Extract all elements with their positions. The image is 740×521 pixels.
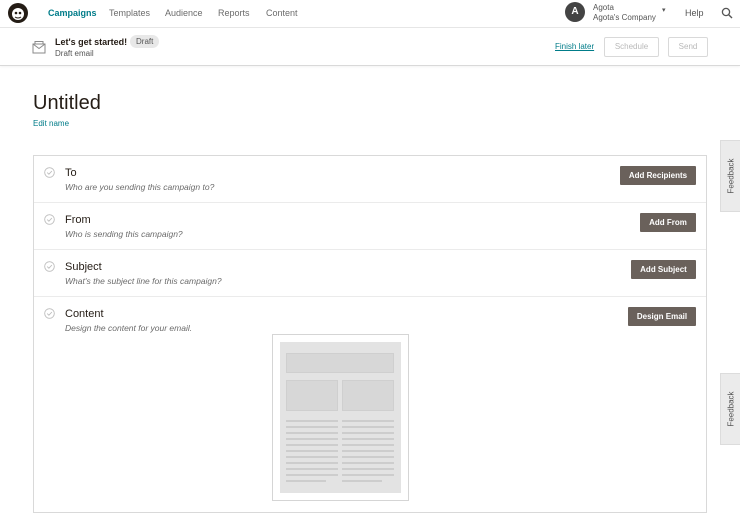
email-template-preview[interactable] bbox=[272, 334, 409, 501]
template-preview-canvas bbox=[280, 342, 401, 493]
checklist-subtitle: Who are you sending this campaign to? bbox=[65, 182, 215, 192]
checklist-title: To bbox=[65, 167, 77, 179]
check-circle-icon bbox=[44, 214, 55, 225]
campaign-checklist: To Who are you sending this campaign to?… bbox=[33, 155, 707, 513]
preview-text-line bbox=[342, 474, 394, 476]
check-circle-icon bbox=[44, 167, 55, 178]
checklist-subtitle: Design the content for your email. bbox=[65, 323, 193, 333]
checklist-title: Subject bbox=[65, 261, 102, 273]
preview-text-line bbox=[342, 468, 394, 470]
check-circle-icon bbox=[44, 261, 55, 272]
nav-templates[interactable]: Templates bbox=[109, 8, 150, 18]
avatar[interactable]: A bbox=[565, 2, 585, 22]
checklist-subtitle: Who is sending this campaign? bbox=[65, 229, 183, 239]
preview-text-line bbox=[286, 462, 338, 464]
feedback-label: Feedback bbox=[726, 158, 735, 194]
page-title: Untitled bbox=[33, 92, 101, 114]
preview-text-line bbox=[342, 432, 394, 434]
preview-text-line bbox=[342, 444, 394, 446]
checklist-row-content: Content Design the content for your emai… bbox=[34, 297, 706, 512]
preview-text-line bbox=[286, 474, 338, 476]
checklist-row-to: To Who are you sending this campaign to?… bbox=[34, 156, 706, 203]
status-title: Let's get started! bbox=[55, 37, 128, 47]
preview-text-line bbox=[286, 468, 338, 470]
checklist-row-subject: Subject What's the subject line for this… bbox=[34, 250, 706, 297]
add-recipients-button[interactable]: Add Recipients bbox=[620, 166, 696, 185]
preview-image-left bbox=[286, 380, 338, 411]
preview-text-line bbox=[342, 450, 394, 452]
nav-content[interactable]: Content bbox=[266, 8, 298, 18]
nav-reports[interactable]: Reports bbox=[218, 8, 250, 18]
checklist-subtitle: What's the subject line for this campaig… bbox=[65, 276, 222, 286]
checklist-title: From bbox=[65, 214, 91, 226]
chevron-down-icon[interactable]: ▾ bbox=[662, 6, 666, 14]
preview-text-line bbox=[286, 480, 326, 482]
send-button[interactable]: Send bbox=[668, 37, 708, 57]
nav-campaigns[interactable]: Campaigns bbox=[48, 8, 97, 18]
preview-header-block bbox=[286, 353, 394, 373]
preview-text-line bbox=[286, 426, 338, 428]
preview-text-line bbox=[286, 444, 338, 446]
preview-image-right bbox=[342, 380, 394, 411]
edit-name-link[interactable]: Edit name bbox=[33, 119, 69, 128]
preview-text-line bbox=[286, 456, 338, 458]
finish-later-link[interactable]: Finish later bbox=[555, 42, 594, 51]
top-navigation: Campaigns Templates Audience Reports Con… bbox=[0, 0, 740, 28]
preview-text-line bbox=[342, 438, 394, 440]
status-badge: Draft bbox=[130, 35, 160, 48]
preview-text-line bbox=[286, 450, 338, 452]
preview-text-line bbox=[342, 420, 394, 422]
checklist-title: Content bbox=[65, 308, 104, 320]
user-company[interactable]: Agota's Company bbox=[593, 13, 656, 22]
feedback-label: Feedback bbox=[726, 391, 735, 427]
preview-text-line bbox=[286, 432, 338, 434]
feedback-tab[interactable]: Feedback bbox=[720, 140, 740, 212]
mailchimp-logo-icon[interactable] bbox=[7, 2, 29, 24]
preview-text-line bbox=[286, 420, 338, 422]
search-icon[interactable] bbox=[721, 7, 733, 19]
preview-text-line bbox=[342, 480, 382, 482]
help-link[interactable]: Help bbox=[685, 8, 704, 18]
status-subtitle: Draft email bbox=[55, 49, 94, 58]
schedule-button[interactable]: Schedule bbox=[604, 37, 659, 57]
checklist-row-from: From Who is sending this campaign? Add F… bbox=[34, 203, 706, 250]
feedback-tab[interactable]: Feedback bbox=[720, 373, 740, 445]
nav-audience[interactable]: Audience bbox=[165, 8, 203, 18]
check-circle-icon bbox=[44, 308, 55, 319]
user-name[interactable]: Agota bbox=[593, 3, 614, 12]
design-email-button[interactable]: Design Email bbox=[628, 307, 696, 326]
campaign-status-bar: Let's get started! Draft Draft email Fin… bbox=[0, 28, 740, 66]
add-from-button[interactable]: Add From bbox=[640, 213, 696, 232]
email-envelope-icon bbox=[32, 41, 46, 54]
preview-text-line bbox=[342, 426, 394, 428]
preview-text-line bbox=[342, 462, 394, 464]
add-subject-button[interactable]: Add Subject bbox=[631, 260, 696, 279]
preview-text-line bbox=[342, 456, 394, 458]
preview-text-line bbox=[286, 438, 338, 440]
